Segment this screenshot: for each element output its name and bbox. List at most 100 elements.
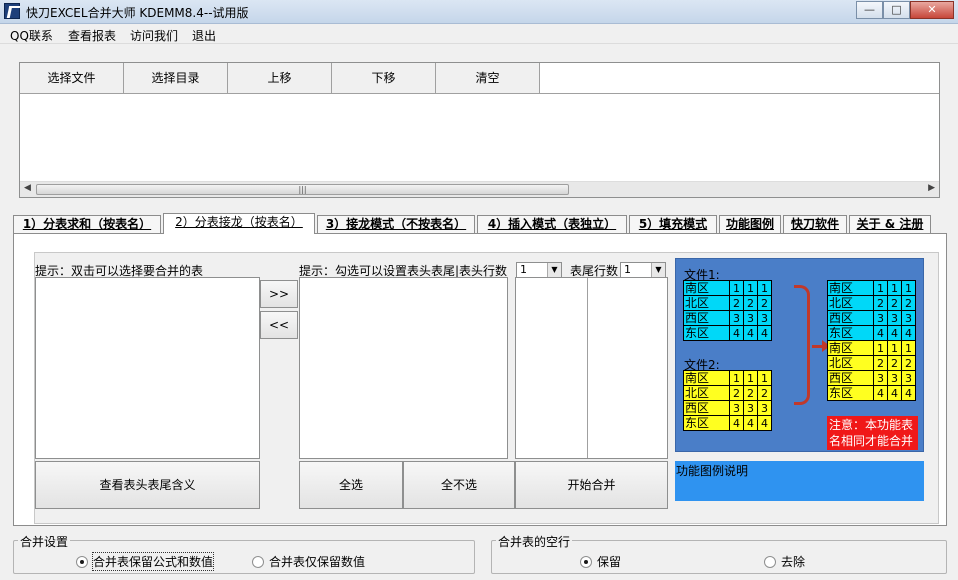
region-cell: 北区 bbox=[683, 385, 730, 401]
value-cell: 2 bbox=[743, 295, 758, 311]
merge-settings-group: 合并设置 合并表保留公式和数值 合并表仅保留数值 bbox=[13, 533, 475, 574]
radio-remove-empty-rows[interactable]: 去除 bbox=[764, 553, 805, 570]
value-cell: 2 bbox=[901, 355, 916, 371]
radio-remove-label: 去除 bbox=[781, 555, 806, 569]
radio-selected-icon[interactable] bbox=[76, 555, 88, 568]
move-left-button[interactable]: << bbox=[260, 311, 298, 339]
diagram-row: 北区 2 2 2 bbox=[827, 355, 916, 371]
view-header-footer-meaning-button[interactable]: 查看表头表尾含义 bbox=[35, 461, 260, 509]
value-cell: 3 bbox=[729, 400, 744, 416]
radio-unselected-icon[interactable] bbox=[764, 555, 776, 568]
value-cell: 4 bbox=[743, 415, 758, 431]
value-cell: 1 bbox=[887, 280, 902, 296]
chevron-down-icon[interactable]: ▼ bbox=[651, 263, 665, 277]
diagram-row: 北区 2 2 2 bbox=[683, 295, 772, 311]
select-directory-button[interactable]: 选择目录 bbox=[124, 63, 228, 94]
value-cell: 2 bbox=[757, 295, 772, 311]
tab-append-mode[interactable]: 3）接龙模式（不按表名） bbox=[317, 215, 475, 234]
value-cell: 2 bbox=[873, 355, 888, 371]
note-line-1: 注意：本功能表 bbox=[829, 418, 914, 432]
menu-bar: QQ联系 查看报表 访问我们 退出 bbox=[0, 24, 958, 44]
select-file-button[interactable]: 选择文件 bbox=[20, 63, 124, 94]
radio-unselected-icon[interactable] bbox=[252, 555, 264, 568]
diagram-row: 东区 4 4 4 bbox=[827, 385, 916, 401]
value-cell: 4 bbox=[743, 325, 758, 341]
scroll-left-icon[interactable]: ◀ bbox=[24, 183, 31, 193]
move-right-button[interactable]: >> bbox=[260, 280, 298, 308]
tab-about-register[interactable]: 关于 & 注册 bbox=[849, 215, 931, 234]
diagram-row: 南区 1 1 1 bbox=[683, 370, 772, 386]
value-cell: 1 bbox=[887, 340, 902, 356]
move-up-button[interactable]: 上移 bbox=[228, 63, 332, 94]
scroll-right-icon[interactable]: ▶ bbox=[928, 183, 935, 193]
move-down-button[interactable]: 下移 bbox=[332, 63, 436, 94]
tab-sum-by-name[interactable]: 1）分表求和（按表名） bbox=[13, 215, 161, 234]
value-cell: 4 bbox=[729, 415, 744, 431]
diagram-row: 东区 4 4 4 bbox=[683, 415, 772, 431]
value-cell: 1 bbox=[873, 340, 888, 356]
clear-button[interactable]: 清空 bbox=[436, 63, 540, 94]
value-cell: 1 bbox=[743, 280, 758, 296]
value-cell: 2 bbox=[873, 295, 888, 311]
region-cell: 东区 bbox=[827, 325, 874, 341]
value-cell: 4 bbox=[901, 325, 916, 341]
diagram-row: 西区 3 3 3 bbox=[827, 310, 916, 326]
value-cell: 3 bbox=[757, 400, 772, 416]
value-cell: 3 bbox=[729, 310, 744, 326]
tab-append-by-name[interactable]: 2）分表接龙（按表名） bbox=[163, 213, 315, 234]
value-cell: 1 bbox=[729, 280, 744, 296]
selected-sheet-list[interactable] bbox=[299, 277, 508, 459]
merge-settings-legend: 合并设置 bbox=[18, 533, 71, 550]
header-rows-value: 1 bbox=[520, 263, 527, 276]
menu-visit-us[interactable]: 访问我们 bbox=[130, 27, 178, 44]
scroll-thumb[interactable]: ||| bbox=[36, 184, 569, 195]
value-cell: 2 bbox=[887, 295, 902, 311]
diagram-row: 西区 3 3 3 bbox=[683, 310, 772, 326]
value-cell: 3 bbox=[873, 310, 888, 326]
menu-exit[interactable]: 退出 bbox=[192, 27, 216, 44]
maximize-button[interactable]: □ bbox=[883, 1, 910, 19]
horizontal-scrollbar[interactable]: ◀ ||| ▶ bbox=[20, 181, 939, 197]
value-cell: 4 bbox=[873, 385, 888, 401]
region-cell: 北区 bbox=[683, 295, 730, 311]
footer-rows-select[interactable]: 1 ▼ bbox=[620, 262, 666, 278]
radio-selected-icon[interactable] bbox=[580, 555, 592, 568]
sheet-list[interactable] bbox=[35, 277, 260, 459]
value-cell: 1 bbox=[729, 370, 744, 386]
tab-insert-mode[interactable]: 4）插入模式（表独立） bbox=[477, 215, 627, 234]
start-merge-button[interactable]: 开始合并 bbox=[515, 461, 668, 509]
minimize-button[interactable]: — bbox=[856, 1, 883, 19]
value-cell: 2 bbox=[887, 355, 902, 371]
value-cell: 1 bbox=[873, 280, 888, 296]
value-cell: 4 bbox=[901, 385, 916, 401]
tab-feature-legend[interactable]: 功能图例 bbox=[719, 215, 781, 234]
region-cell: 南区 bbox=[683, 280, 730, 296]
radio-values-only[interactable]: 合并表仅保留数值 bbox=[252, 553, 365, 570]
diagram-row: 北区 2 2 2 bbox=[827, 295, 916, 311]
radio-keep-formula[interactable]: 合并表保留公式和数值 bbox=[76, 552, 215, 571]
value-cell: 1 bbox=[757, 370, 772, 386]
header-rows-select[interactable]: 1 ▼ bbox=[516, 262, 562, 278]
select-none-button[interactable]: 全不选 bbox=[403, 461, 515, 509]
value-cell: 3 bbox=[901, 370, 916, 386]
value-cell: 4 bbox=[887, 325, 902, 341]
tab-kuaidao-software[interactable]: 快刀软件 bbox=[783, 215, 847, 234]
region-cell: 北区 bbox=[827, 295, 874, 311]
value-cell: 4 bbox=[757, 325, 772, 341]
value-cell: 1 bbox=[743, 370, 758, 386]
region-cell: 南区 bbox=[827, 340, 874, 356]
file-list[interactable]: 选择文件 选择目录 上移 下移 清空 ◀ ||| ▶ bbox=[19, 62, 940, 198]
value-cell: 1 bbox=[901, 340, 916, 356]
tab-fill-mode[interactable]: 5）填充模式 bbox=[629, 215, 717, 234]
value-cell: 1 bbox=[901, 280, 916, 296]
select-all-button[interactable]: 全选 bbox=[299, 461, 403, 509]
close-button[interactable]: ✕ bbox=[910, 1, 954, 19]
menu-qq-contact[interactable]: QQ联系 bbox=[10, 27, 53, 44]
chevron-down-icon[interactable]: ▼ bbox=[547, 263, 561, 277]
radio-keep-empty-rows[interactable]: 保留 bbox=[580, 553, 621, 570]
value-cell: 2 bbox=[901, 295, 916, 311]
empty-rows-legend: 合并表的空行 bbox=[496, 533, 573, 550]
header-footer-list[interactable] bbox=[515, 277, 668, 459]
title-bar: 快刀EXCEL合并大师 KDEMM8.4--试用版 — □ ✕ bbox=[0, 0, 958, 24]
menu-view-report[interactable]: 查看报表 bbox=[68, 27, 116, 44]
